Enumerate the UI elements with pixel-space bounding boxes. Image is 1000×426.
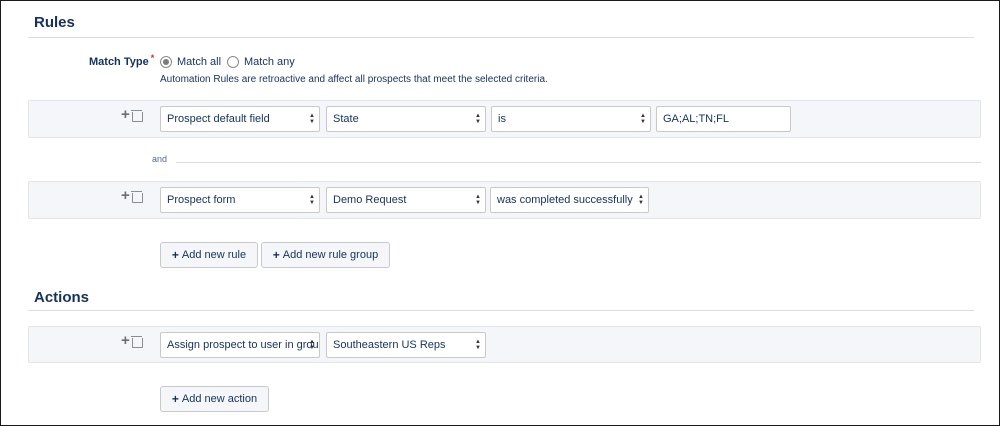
rule-field-select[interactable]: State ▲ ▼ xyxy=(326,106,486,132)
radio-selected-icon[interactable] xyxy=(160,56,172,68)
trash-icon[interactable] xyxy=(130,109,143,122)
updown-caret-icon: ▲ ▼ xyxy=(309,339,315,351)
required-indicator: * xyxy=(150,53,155,63)
trash-icon[interactable] xyxy=(130,190,143,203)
rule-row-actions: + xyxy=(121,107,143,122)
plus-icon: + xyxy=(272,248,280,262)
updown-caret-icon: ▲ ▼ xyxy=(309,194,315,206)
trash-icon[interactable] xyxy=(130,335,143,348)
match-any-radio[interactable]: Match any xyxy=(227,56,295,68)
updown-caret-icon: ▲ ▼ xyxy=(475,194,481,206)
rule-field-type-select[interactable]: Prospect form ▲ ▼ xyxy=(160,187,320,213)
and-connector: and xyxy=(152,154,168,164)
action-row-actions: + xyxy=(121,333,143,348)
rule-value-input[interactable]: GA;AL;TN;FL xyxy=(656,106,791,132)
rules-divider xyxy=(28,37,974,38)
rules-title: Rules xyxy=(34,14,75,31)
select-value: was completed successfully xyxy=(497,194,633,206)
actions-title: Actions xyxy=(34,289,90,306)
rule-operator-select[interactable]: is ▲ ▼ xyxy=(491,106,651,132)
match-type-text: Match Type xyxy=(89,56,149,68)
button-label: Add new action xyxy=(181,393,258,405)
radio-unselected-icon[interactable] xyxy=(227,56,239,68)
add-new-rule-button[interactable]: + Add new rule xyxy=(160,242,258,268)
rule-row-actions: + xyxy=(121,188,143,203)
select-value: State xyxy=(333,113,359,125)
plus-icon: + xyxy=(171,392,179,406)
actions-divider xyxy=(28,310,974,311)
match-type-label: Match Type * xyxy=(89,53,155,68)
add-new-action-button[interactable]: + Add new action xyxy=(160,386,269,412)
select-value: Prospect form xyxy=(167,194,236,206)
plus-icon: + xyxy=(171,248,179,262)
updown-caret-icon: ▲ ▼ xyxy=(475,113,481,125)
rule-field-select[interactable]: Demo Request ▲ ▼ xyxy=(326,187,486,213)
and-divider xyxy=(176,162,981,163)
rule-field-type-select[interactable]: Prospect default field ▲ ▼ xyxy=(160,106,320,132)
action-target-select[interactable]: Southeastern US Reps ▲ ▼ xyxy=(326,332,486,358)
select-value: is xyxy=(498,113,506,125)
plus-icon[interactable]: + xyxy=(121,333,130,348)
plus-icon[interactable]: + xyxy=(121,188,130,203)
select-value: Demo Request xyxy=(333,194,407,206)
automation-rule-editor: Rules Match Type * Match all Match any Au… xyxy=(0,0,1000,426)
select-value: Southeastern US Reps xyxy=(333,339,446,351)
action-type-select[interactable]: Assign prospect to user in group ▲ ▼ xyxy=(160,332,320,358)
button-label: Add new rule xyxy=(181,249,247,261)
match-all-label: Match all xyxy=(177,56,222,68)
select-value: Prospect default field xyxy=(167,113,270,125)
button-label: Add new rule group xyxy=(282,249,379,261)
match-all-radio[interactable]: Match all xyxy=(160,56,221,68)
rule-operator-select[interactable]: was completed successfully ▲ ▼ xyxy=(490,187,649,213)
updown-caret-icon: ▲ ▼ xyxy=(640,113,646,125)
updown-caret-icon: ▲ ▼ xyxy=(309,113,315,125)
updown-caret-icon: ▲ ▼ xyxy=(475,339,481,351)
select-value: Assign prospect to user in group xyxy=(167,339,320,351)
match-any-label: Match any xyxy=(244,56,295,68)
plus-icon[interactable]: + xyxy=(121,107,130,122)
help-text: Automation Rules are retroactive and aff… xyxy=(160,74,548,85)
add-new-rule-group-button[interactable]: + Add new rule group xyxy=(261,242,390,268)
updown-caret-icon: ▲ ▼ xyxy=(638,194,644,206)
